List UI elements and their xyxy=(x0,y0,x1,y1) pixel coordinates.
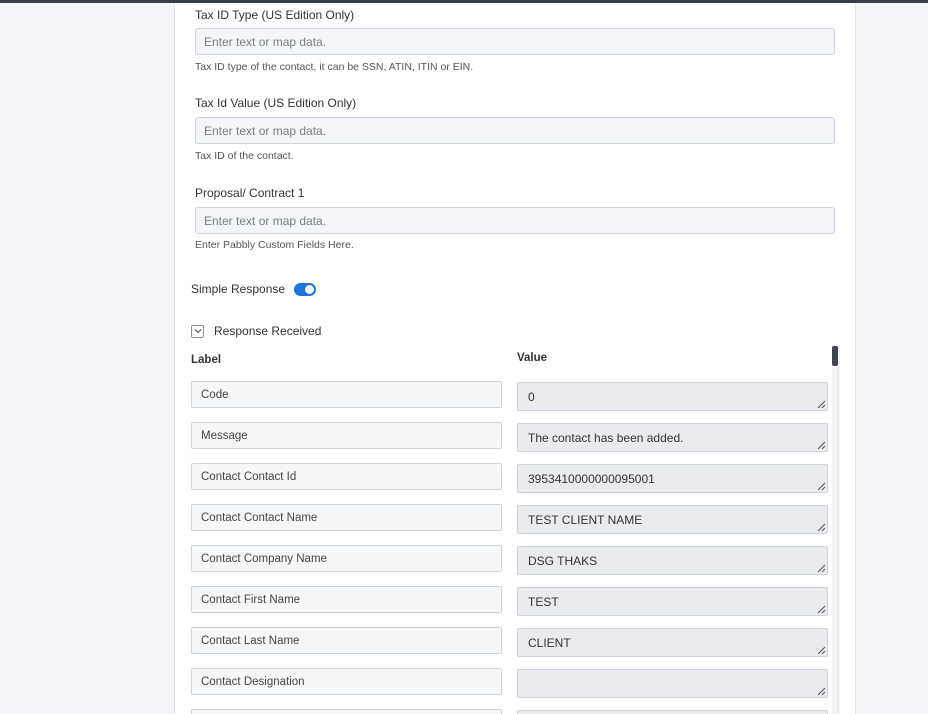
response-row-label: Contact Contact Name xyxy=(191,504,502,531)
resize-grip-icon[interactable] xyxy=(816,563,826,573)
toggle-knob xyxy=(305,284,315,294)
resize-grip-icon[interactable] xyxy=(816,522,826,532)
label-column-header: Label xyxy=(191,354,222,366)
resize-grip-icon[interactable] xyxy=(816,686,826,696)
response-row-label: Message xyxy=(191,422,502,449)
form-panel: Tax ID Type (US Edition Only) Tax ID typ… xyxy=(174,3,856,714)
resize-grip-icon[interactable] xyxy=(816,604,826,614)
response-row-label: Contact Designation xyxy=(191,668,502,695)
tax-id-value-label: Tax Id Value (US Edition Only) xyxy=(195,96,357,110)
proposal-contract-help: Enter Pabbly Custom Fields Here. xyxy=(195,239,354,251)
proposal-contract-input[interactable] xyxy=(195,207,835,234)
response-value-text: DSG THAKS xyxy=(528,554,598,568)
response-row-label: Contact Contact Id xyxy=(191,463,502,490)
response-value-text: 0 xyxy=(528,390,535,404)
response-row-value[interactable]: TEST CLIENT NAME xyxy=(517,505,828,534)
simple-response-row: Simple Response xyxy=(191,282,317,296)
response-value-text: 3953410000000095001 xyxy=(528,472,655,486)
resize-grip-icon[interactable] xyxy=(816,481,826,491)
response-row-value[interactable]: CLIENT xyxy=(517,628,828,657)
resize-grip-icon[interactable] xyxy=(816,399,826,409)
resize-grip-icon[interactable] xyxy=(816,645,826,655)
response-row-label: Contact Last Name xyxy=(191,627,502,654)
tax-id-value-help: Tax ID of the contact. xyxy=(195,150,294,162)
value-column-header: Value xyxy=(517,352,548,364)
simple-response-toggle[interactable] xyxy=(294,282,317,296)
response-received-header[interactable]: Response Received xyxy=(191,324,321,338)
tax-id-value-input[interactable] xyxy=(195,117,835,144)
tax-id-type-help: Tax ID type of the contact, it can be SS… xyxy=(195,61,474,73)
response-value-text: TEST xyxy=(528,595,559,609)
response-row-value[interactable] xyxy=(517,669,828,698)
response-row-value[interactable]: The contact has been added. xyxy=(517,423,828,452)
scrollbar-thumb[interactable] xyxy=(832,346,838,366)
tax-id-type-label: Tax ID Type (US Edition Only) xyxy=(195,8,355,22)
response-scrollbar[interactable] xyxy=(832,346,840,714)
response-row-value[interactable]: 0 xyxy=(517,382,828,411)
response-row-value-partial[interactable] xyxy=(517,710,828,714)
response-row-label: Contact First Name xyxy=(191,586,502,613)
response-received-title: Response Received xyxy=(214,324,322,338)
scrollbar-track-line xyxy=(837,366,839,714)
response-row-label: Code xyxy=(191,381,502,408)
response-value-text: TEST CLIENT NAME xyxy=(528,513,643,527)
response-value-text: CLIENT xyxy=(528,636,571,650)
response-row-label: Contact Company Name xyxy=(191,545,502,572)
chevron-down-icon[interactable] xyxy=(191,324,204,338)
response-row-label-partial xyxy=(191,709,502,714)
simple-response-label: Simple Response xyxy=(191,282,286,296)
proposal-contract-label: Proposal/ Contract 1 xyxy=(195,186,305,200)
response-value-text: The contact has been added. xyxy=(528,431,684,445)
response-row-value[interactable]: 3953410000000095001 xyxy=(517,464,828,493)
response-row-value[interactable]: TEST xyxy=(517,587,828,616)
response-row-value[interactable]: DSG THAKS xyxy=(517,546,828,575)
tax-id-type-input[interactable] xyxy=(195,28,835,55)
resize-grip-icon[interactable] xyxy=(816,440,826,450)
